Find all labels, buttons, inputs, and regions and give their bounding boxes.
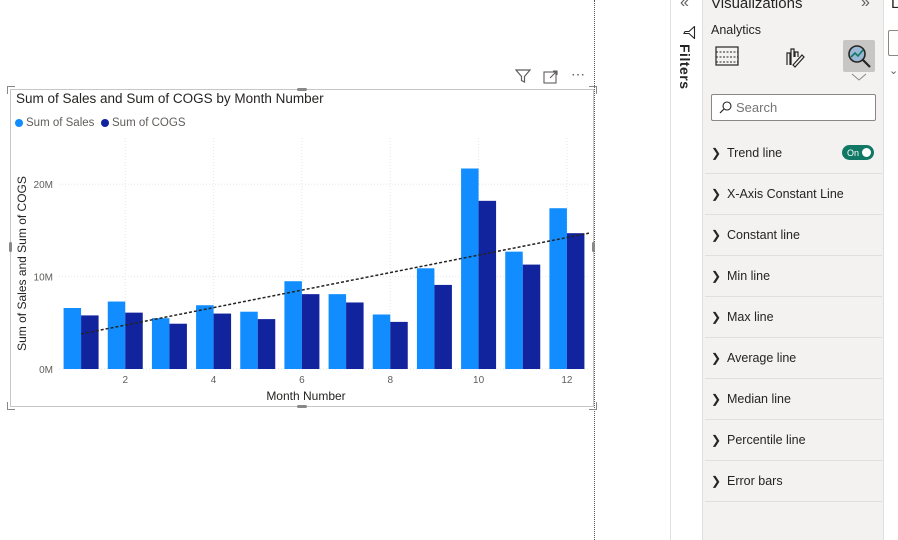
constant-line-section[interactable]: ❯ Constant line (705, 215, 882, 256)
section-label: Min line (727, 269, 771, 283)
search-icon (719, 101, 732, 114)
chevron-down-icon[interactable]: ⌄ (889, 64, 898, 77)
analytics-tab[interactable] (843, 40, 875, 72)
section-label: Median line (727, 392, 791, 406)
chevron-right-icon: ❯ (711, 351, 722, 365)
data-pane-title-fragment: L (891, 0, 898, 12)
error-bars-section[interactable]: ❯ Error bars (705, 461, 882, 502)
x-tick-label: 6 (299, 375, 305, 386)
focus-mode-icon[interactable] (543, 70, 559, 84)
chart-plot-area: 0M 10M 20M 2 4 6 8 10 12 Month Number Sum of Sales… (15, 138, 590, 403)
sales-bar (284, 281, 302, 369)
cogs-bar (346, 302, 364, 369)
min-line-section[interactable]: ❯ Min line (705, 256, 882, 297)
analytics-magnifier-icon (848, 45, 871, 68)
cogs-bar (301, 294, 320, 369)
sales-bar (372, 314, 391, 369)
toggle-knob (862, 148, 871, 157)
build-visual-icon (715, 46, 739, 66)
chevron-right-icon: ❯ (711, 392, 722, 406)
section-label: Constant line (727, 228, 800, 242)
sales-bar (549, 208, 567, 369)
cogs-bar (522, 264, 541, 369)
cogs-bar (434, 284, 452, 369)
sales-bar (505, 251, 523, 369)
x-axis-constant-line-section[interactable]: ❯ X-Axis Constant Line (705, 174, 882, 215)
sales-bar (461, 168, 479, 369)
sales-bar (63, 308, 82, 369)
sales-bar (196, 305, 214, 369)
x-tick-label: 10 (473, 375, 485, 386)
toggle-state-label: On (847, 147, 860, 158)
section-label: Error bars (727, 474, 783, 488)
x-axis-title: Month Number (266, 389, 345, 403)
sales-bar (416, 268, 435, 369)
chevron-right-icon: ❯ (711, 146, 722, 160)
analytics-search-box[interactable] (711, 94, 876, 121)
cogs-bar (81, 315, 99, 369)
section-label: Average line (727, 351, 797, 365)
x-tick-label: 8 (387, 375, 393, 386)
format-visual-tab[interactable] (777, 40, 809, 72)
median-line-section[interactable]: ❯ Median line (705, 379, 882, 420)
trend-line-section[interactable]: ❯ Trend line On (705, 133, 882, 174)
cogs-bar (125, 312, 143, 369)
analytics-tab-label: Analytics (711, 23, 762, 37)
cogs-bar (390, 321, 408, 369)
x-tick-label: 2 (122, 375, 128, 386)
cogs-bar (478, 200, 497, 369)
more-options-icon[interactable]: ⋯ (571, 66, 586, 83)
section-label: Percentile line (727, 433, 806, 447)
cogs-bar (213, 313, 232, 369)
sales-bar (151, 318, 170, 369)
clustered-column-chart-visual[interactable]: Sum of Sales and Sum of COGS by Month Nu… (7, 86, 597, 410)
format-paintbrush-icon (786, 48, 805, 68)
section-label: Trend line (727, 146, 783, 160)
section-label: X-Axis Constant Line (727, 187, 844, 201)
y-axis-title: Sum of Sales and Sum of COGS (15, 176, 29, 351)
build-visual-tab[interactable] (711, 40, 743, 72)
data-pane-search-fragment[interactable] (888, 30, 898, 56)
cogs-bar (169, 323, 187, 369)
filter-icon[interactable] (515, 69, 531, 84)
chevron-right-icon: ❯ (711, 433, 722, 447)
chevron-right-icon: ❯ (711, 310, 722, 324)
chevron-right-icon: ❯ (711, 474, 722, 488)
data-pane-edge[interactable] (883, 0, 898, 540)
sales-bar (107, 301, 126, 369)
y-tick-label: 10M (34, 273, 53, 284)
chevron-right-icon: ❯ (711, 228, 722, 242)
chevron-right-icon: ❯ (711, 269, 722, 283)
canvas-page-boundary (594, 0, 595, 540)
cogs-bar (566, 233, 585, 369)
search-input[interactable] (732, 100, 856, 115)
trend-line-toggle[interactable]: On (842, 145, 874, 160)
filter-pane-icon (683, 26, 696, 39)
section-label: Max line (727, 310, 774, 324)
x-tick-label: 12 (561, 375, 573, 386)
y-tick-label: 20M (34, 180, 53, 191)
visualizations-pane-title: Visualizations (711, 0, 803, 12)
chevron-right-icon: ❯ (711, 187, 722, 201)
collapse-visualizations-icon[interactable]: » (861, 0, 870, 12)
sales-bar (240, 311, 258, 369)
active-tab-indicator (851, 73, 867, 81)
max-line-section[interactable]: ❯ Max line (705, 297, 882, 338)
cogs-bar (257, 319, 276, 369)
expand-filters-icon[interactable]: « (680, 0, 689, 12)
y-tick-label: 0M (39, 365, 53, 376)
filters-pane-label[interactable]: Filters (677, 44, 693, 90)
sales-bar (328, 294, 347, 369)
average-line-section[interactable]: ❯ Average line (705, 338, 882, 379)
x-tick-label: 4 (211, 375, 217, 386)
percentile-line-section[interactable]: ❯ Percentile line (705, 420, 882, 461)
